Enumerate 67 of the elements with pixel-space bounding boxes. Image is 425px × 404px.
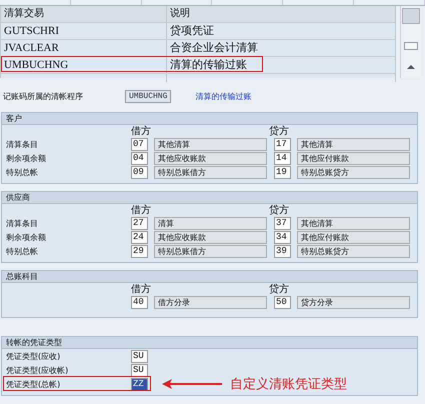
column-header: 说明 bbox=[167, 6, 396, 22]
program-field[interactable]: UMBUCHNG bbox=[125, 90, 172, 102]
description-field: 借方分录 bbox=[154, 296, 267, 308]
posting-key-field[interactable]: 40 bbox=[131, 296, 148, 308]
field-label: 清算条目 bbox=[6, 218, 38, 228]
column-heading: 贷方 bbox=[269, 204, 289, 217]
description-field: 其他清算 bbox=[297, 138, 410, 150]
description-field: 其他应收账款 bbox=[154, 152, 267, 164]
column-heading: 借方 bbox=[131, 124, 152, 138]
field-label: 凭证类型(应收) bbox=[6, 350, 62, 362]
group-title: 转帐的凭证类型 bbox=[2, 337, 417, 349]
document-type-field[interactable]: SU bbox=[131, 364, 148, 376]
group-title: 客户 bbox=[2, 113, 417, 125]
table-cell[interactable]: 清算的传输过账 bbox=[167, 57, 396, 73]
posting-key-field[interactable]: 09 bbox=[131, 166, 148, 178]
description-field: 特别总账借方 bbox=[154, 166, 267, 178]
program-description: 清算的传输过账 bbox=[195, 90, 252, 102]
posting-key-field[interactable]: 24 bbox=[131, 230, 148, 244]
field-label: 特别总帐 bbox=[6, 246, 38, 256]
table-cell[interactable]: 贷项凭证 bbox=[167, 23, 396, 39]
table-cell[interactable]: 合资企业会计清算 bbox=[167, 40, 396, 56]
field-label: 特别总帐 bbox=[6, 168, 38, 176]
column-heading: 贷方 bbox=[269, 282, 289, 296]
posting-key-field[interactable]: 29 bbox=[131, 244, 148, 258]
field-label: 剩余项余额 bbox=[6, 154, 46, 162]
column-heading: 借方 bbox=[131, 204, 152, 217]
scroll-thumb[interactable] bbox=[404, 42, 418, 50]
field-label: 记账码所属的清帐程序 bbox=[3, 90, 84, 102]
table-cell[interactable]: GUTSCHRI bbox=[1, 23, 167, 39]
table-cell[interactable]: UMBUCHNG bbox=[1, 57, 167, 73]
description-field: 其他应付账款 bbox=[297, 230, 410, 244]
description-field: 其他清算 bbox=[154, 138, 267, 150]
scrollbar[interactable] bbox=[400, 6, 421, 78]
description-field: 贷方分录 bbox=[297, 296, 410, 308]
posting-key-field[interactable]: 50 bbox=[274, 296, 291, 308]
annotation-text: 自定义清账凭证类型 bbox=[230, 376, 347, 393]
field-label: 凭证类型(总帐) bbox=[6, 378, 62, 390]
posting-key-field[interactable]: 17 bbox=[274, 138, 291, 150]
field-label: 凭证类型(应收帐) bbox=[6, 364, 70, 376]
field-label: 清算条目 bbox=[6, 140, 38, 148]
group-title: 总账科目 bbox=[2, 271, 417, 283]
posting-key-field[interactable]: 37 bbox=[274, 216, 291, 230]
scroll-up-icon[interactable] bbox=[407, 64, 415, 69]
description-field: 清算 bbox=[154, 216, 267, 230]
posting-key-field[interactable]: 14 bbox=[274, 152, 291, 164]
description-field: 特别总账贷方 bbox=[297, 166, 410, 178]
description-field: 其他应付账款 bbox=[297, 152, 410, 164]
posting-key-field[interactable]: 39 bbox=[274, 244, 291, 258]
scroll-button[interactable] bbox=[402, 8, 420, 24]
posting-key-field[interactable]: 27 bbox=[131, 216, 148, 230]
posting-key-field[interactable]: 04 bbox=[131, 152, 148, 164]
table-cell[interactable]: JVACLEAR bbox=[1, 40, 167, 56]
arrow-icon bbox=[162, 379, 222, 389]
posting-key-field[interactable]: 19 bbox=[274, 166, 291, 178]
description-field: 特别总账借方 bbox=[154, 244, 267, 258]
document-type-field[interactable]: SU bbox=[131, 350, 148, 362]
column-heading: 贷方 bbox=[269, 124, 289, 138]
description-field: 其他清算 bbox=[297, 216, 410, 230]
column-header: 清算交易 bbox=[1, 6, 167, 22]
field-label: 剩余项余额 bbox=[6, 232, 46, 242]
posting-key-field[interactable]: 34 bbox=[274, 230, 291, 244]
column-heading: 借方 bbox=[131, 282, 152, 296]
group-title: 供应商 bbox=[2, 192, 417, 204]
description-field: 其他应收账款 bbox=[154, 230, 267, 244]
posting-key-field[interactable]: 07 bbox=[131, 138, 148, 150]
description-field: 特别总账贷方 bbox=[297, 244, 410, 258]
document-type-field[interactable]: ZZ bbox=[131, 378, 148, 390]
